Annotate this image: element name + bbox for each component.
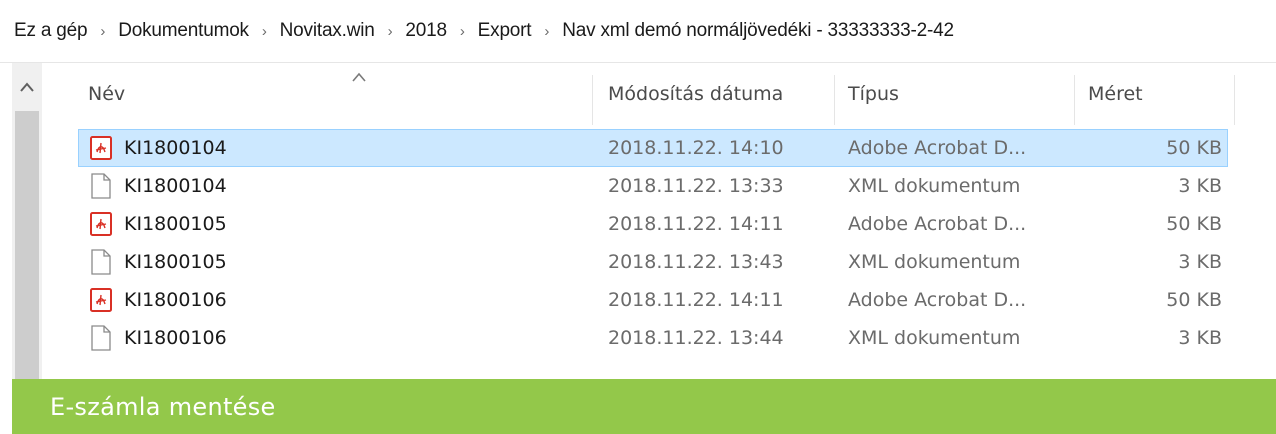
file-name: KI1800104: [124, 137, 227, 159]
column-header-type[interactable]: Típus: [848, 63, 1068, 125]
file-name: KI1800105: [124, 251, 227, 273]
breadcrumb-item-documents[interactable]: Dokumentumok: [118, 20, 249, 42]
breadcrumb-chevron-icon[interactable]: ›: [388, 23, 393, 40]
file-row[interactable]: KI1800106 2018.11.22. 14:11 Adobe Acroba…: [42, 281, 1276, 319]
file-row[interactable]: KI1800104 2018.11.22. 14:10 Adobe Acroba…: [42, 129, 1276, 167]
column-header-type-label: Típus: [848, 83, 899, 105]
file-name-cell: KI1800105: [88, 205, 227, 243]
blank-file-icon: [88, 171, 114, 201]
column-header-name[interactable]: Név: [88, 63, 608, 125]
file-date: 2018.11.22. 14:11: [608, 289, 784, 311]
scroll-up-arrow-icon[interactable]: [12, 63, 42, 111]
file-row[interactable]: KI1800105 2018.11.22. 13:43 XML dokument…: [42, 243, 1276, 281]
breadcrumb-item-year[interactable]: 2018: [405, 20, 447, 42]
column-divider[interactable]: [1074, 75, 1075, 125]
file-size: 50 KB: [1166, 137, 1222, 159]
file-date: 2018.11.22. 13:43: [608, 251, 784, 273]
breadcrumb-chevron-icon[interactable]: ›: [544, 23, 549, 40]
column-divider[interactable]: [592, 75, 593, 125]
file-name-cell: KI1800104: [88, 167, 227, 205]
file-size: 50 KB: [1166, 289, 1222, 311]
breadcrumb-item-current-folder[interactable]: Nav xml demó normáljövedéki - 33333333-2…: [562, 20, 954, 42]
sort-ascending-icon: [352, 67, 366, 86]
file-name-cell: KI1800105: [88, 243, 227, 281]
pdf-file-icon: [88, 209, 114, 239]
file-type: Adobe Acrobat D...: [848, 137, 1027, 159]
file-date: 2018.11.22. 14:10: [608, 137, 784, 159]
pdf-file-icon: [88, 133, 114, 163]
file-type: Adobe Acrobat D...: [848, 289, 1027, 311]
column-header-date[interactable]: Módosítás dátuma: [608, 63, 838, 125]
column-header-row: Név Módosítás dátuma Típus Méret: [42, 63, 1276, 125]
file-type: Adobe Acrobat D...: [848, 213, 1027, 235]
breadcrumb-chevron-icon[interactable]: ›: [262, 23, 267, 40]
file-size: 3 KB: [1178, 175, 1222, 197]
scroll-thumb[interactable]: [15, 111, 39, 379]
pdf-file-icon: [88, 285, 114, 315]
file-name-cell: KI1800106: [88, 319, 227, 357]
caption-text: E-számla mentése: [50, 392, 276, 421]
file-date: 2018.11.22. 13:33: [608, 175, 784, 197]
file-name: KI1800106: [124, 327, 227, 349]
breadcrumb-item-export[interactable]: Export: [478, 20, 532, 42]
breadcrumb-chevron-icon[interactable]: ›: [460, 23, 465, 40]
file-name: KI1800104: [124, 175, 227, 197]
column-header-size[interactable]: Méret: [1088, 63, 1228, 125]
column-header-name-label: Név: [88, 83, 126, 105]
file-size: 3 KB: [1178, 251, 1222, 273]
file-name: KI1800106: [124, 289, 227, 311]
file-row[interactable]: KI1800104 2018.11.22. 13:33 XML dokument…: [42, 167, 1276, 205]
file-size: 50 KB: [1166, 213, 1222, 235]
file-name: KI1800105: [124, 213, 227, 235]
breadcrumb: Ez a gép › Dokumentumok › Novitax.win › …: [0, 0, 1276, 62]
breadcrumb-item-this-pc[interactable]: Ez a gép: [14, 20, 88, 42]
column-divider[interactable]: [834, 75, 835, 125]
file-row[interactable]: KI1800105 2018.11.22. 14:11 Adobe Acroba…: [42, 205, 1276, 243]
column-divider[interactable]: [1234, 75, 1235, 125]
column-header-date-label: Módosítás dátuma: [608, 83, 784, 105]
file-list: KI1800104 2018.11.22. 14:10 Adobe Acroba…: [42, 125, 1276, 353]
caption-banner: E-számla mentése: [12, 379, 1276, 434]
file-name-cell: KI1800104: [88, 129, 227, 167]
vertical-scrollbar[interactable]: [12, 63, 42, 379]
file-size: 3 KB: [1178, 327, 1222, 349]
file-type: XML dokumentum: [848, 175, 1021, 197]
blank-file-icon: [88, 247, 114, 277]
breadcrumb-chevron-icon[interactable]: ›: [100, 23, 105, 40]
breadcrumb-item-novitax[interactable]: Novitax.win: [280, 20, 375, 42]
file-name-cell: KI1800106: [88, 281, 227, 319]
file-type: XML dokumentum: [848, 327, 1021, 349]
file-date: 2018.11.22. 13:44: [608, 327, 784, 349]
file-row[interactable]: KI1800106 2018.11.22. 13:44 XML dokument…: [42, 319, 1276, 357]
file-date: 2018.11.22. 14:11: [608, 213, 784, 235]
file-type: XML dokumentum: [848, 251, 1021, 273]
column-header-size-label: Méret: [1088, 83, 1143, 105]
blank-file-icon: [88, 323, 114, 353]
